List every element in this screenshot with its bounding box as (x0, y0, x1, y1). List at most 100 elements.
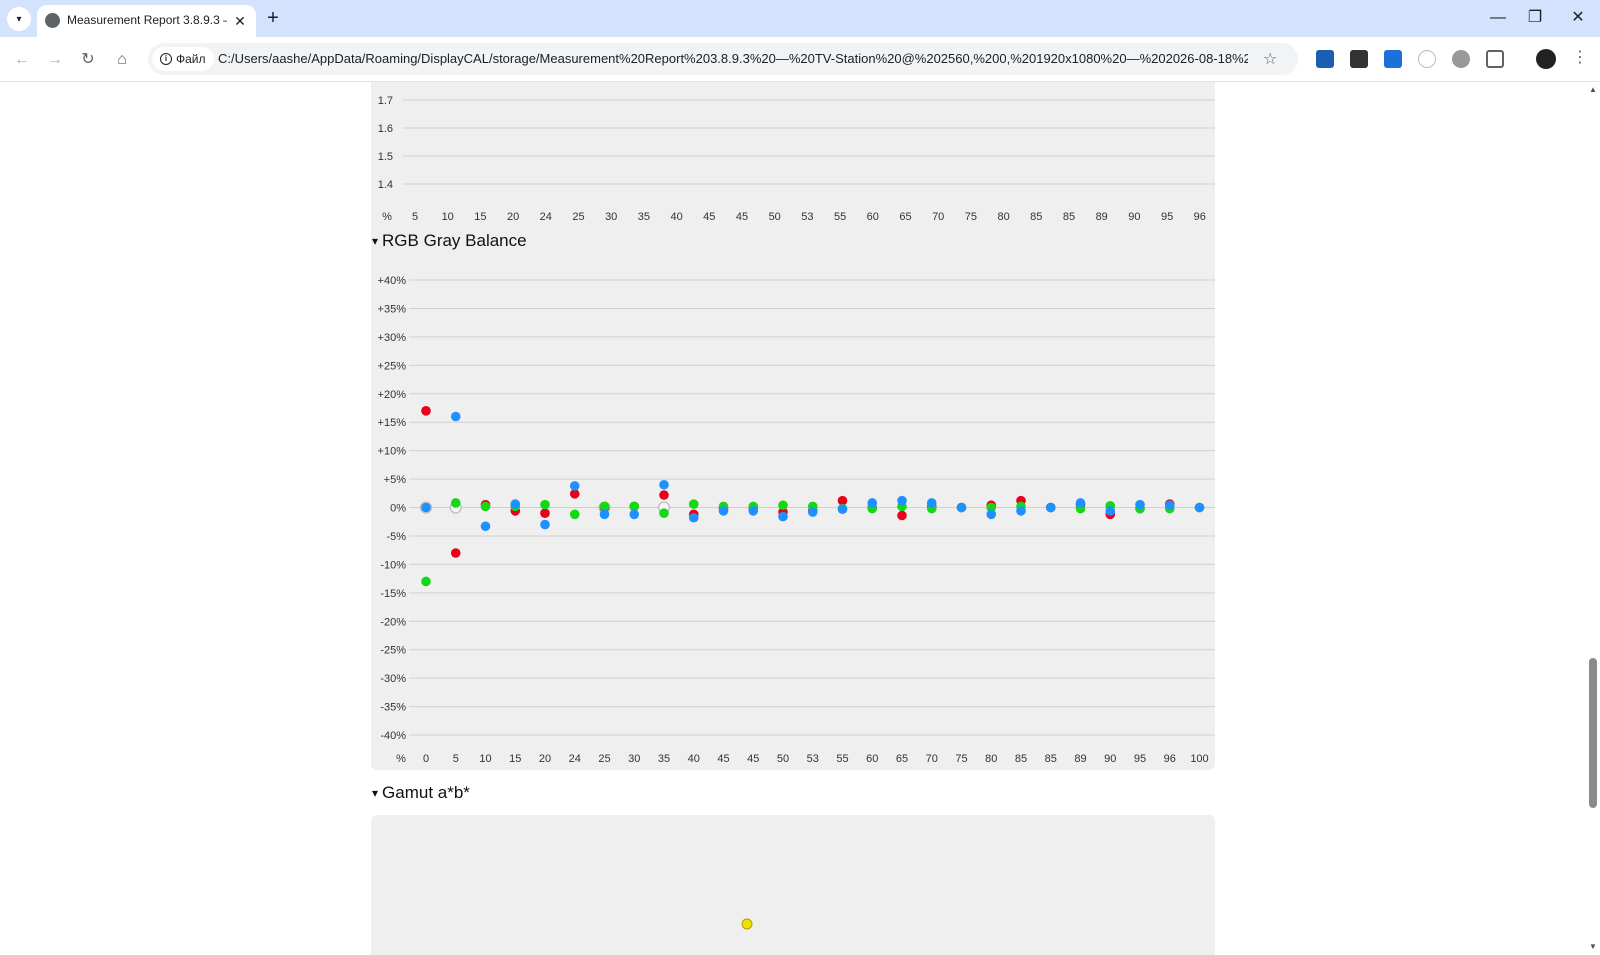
tab-title: Measurement Report 3.8.9.3 — (67, 13, 227, 27)
x-tick-label: 96 (1164, 753, 1176, 765)
blue-point (480, 521, 491, 532)
y-tick-label: -25% (380, 645, 406, 657)
red-point (540, 508, 550, 518)
x-tick-label: 85 (1063, 211, 1075, 223)
y-tick-label: +25% (378, 360, 407, 372)
blue-point (956, 502, 967, 513)
x-tick-label: 80 (985, 753, 997, 765)
scroll-up-icon[interactable]: ▲ (1589, 85, 1597, 94)
x-tick-label: 90 (1104, 753, 1116, 765)
profile-avatar[interactable] (1536, 49, 1556, 69)
x-tick-label: 89 (1096, 211, 1108, 223)
y-tick-label: -5% (386, 531, 406, 543)
site-info-label: Файл (176, 52, 206, 66)
blue-point (1105, 506, 1116, 516)
blue-point (1164, 500, 1175, 511)
close-window-button[interactable]: ✕ (1558, 6, 1598, 30)
y-tick-label: +15% (378, 417, 407, 429)
x-tick-label: 10 (442, 211, 454, 223)
x-tick-label: 65 (899, 211, 911, 223)
blue-point (897, 495, 907, 506)
gray-balance-title: RGB Gray Balance (382, 231, 527, 250)
tab-close-icon[interactable]: ✕ (230, 11, 250, 31)
address-bar[interactable]: i Файл C:/Users/aashe/AppData/Roaming/Di… (148, 43, 1298, 75)
red-point (450, 548, 461, 558)
tab-search-dropdown-icon[interactable]: ▾ (7, 7, 31, 31)
extension-blue-icon[interactable] (1384, 50, 1402, 68)
new-tab-button[interactable]: + (262, 8, 284, 30)
x-tick-label: 45 (747, 753, 759, 765)
report-content: 1.7 1.6 1.5 1.4% 5 10 15 20 24 25 30 35 40 45 45 50 53 55… (0, 82, 1586, 955)
x-tick-label: 40 (688, 753, 700, 765)
tab-measurement-report[interactable]: Measurement Report 3.8.9.3 — ✕ (37, 5, 256, 37)
x-unit-label: % (396, 753, 406, 765)
y-tick-label: -15% (380, 588, 406, 600)
x-tick-label: 45 (703, 211, 715, 223)
blue-point (510, 499, 521, 509)
scrollbar-thumb[interactable] (1589, 658, 1597, 808)
menu-icon[interactable]: ⋮ (1572, 47, 1588, 67)
blue-point (837, 504, 848, 515)
x-tick-label: 96 (1194, 211, 1206, 223)
x-tick-label: 50 (777, 753, 789, 765)
red-point (421, 406, 431, 416)
x-tick-label: 53 (801, 211, 813, 223)
blue-point (688, 512, 699, 523)
blue-point (926, 498, 937, 508)
extension-dark-icon[interactable] (1350, 50, 1368, 68)
x-tick-label: 70 (932, 211, 944, 223)
extension-gray-icon[interactable] (1452, 50, 1470, 68)
y-tick-label: 0% (390, 503, 406, 515)
globe-icon (45, 13, 60, 28)
url-text[interactable]: C:/Users/aashe/AppData/Roaming/DisplayCA… (218, 51, 1248, 66)
x-tick-label: 75 (965, 211, 977, 223)
extensions-puzzle-icon[interactable] (1486, 50, 1504, 68)
x-tick-label: 85 (1045, 753, 1057, 765)
blue-point (421, 502, 431, 513)
x-tick-label: 25 (598, 753, 610, 765)
x-tick-label: 60 (866, 753, 878, 765)
home-icon[interactable]: ⌂ (108, 46, 136, 74)
x-tick-label: 30 (605, 211, 617, 223)
bookmark-star-icon[interactable]: ☆ (1263, 49, 1277, 69)
x-tick-label: 15 (509, 753, 521, 765)
x-tick-label: 25 (572, 211, 584, 223)
x-tick-label: 85 (1015, 753, 1027, 765)
x-tick-label: 65 (896, 753, 908, 765)
x-tick-label: 55 (834, 211, 846, 223)
extension-play-icon[interactable] (1418, 50, 1436, 68)
back-icon[interactable]: ← (8, 46, 36, 74)
gray-balance-header[interactable]: ▾ RGB Gray Balance (372, 231, 527, 251)
y-tick-label: 1.7 (378, 95, 393, 107)
blue-point (540, 519, 550, 530)
x-tick-label: 100 (1190, 753, 1208, 765)
restore-button[interactable]: ❐ (1515, 6, 1555, 30)
x-tick-label: 35 (638, 211, 650, 223)
page-scrollbar[interactable]: ▲ ▼ (1586, 82, 1600, 955)
blue-point (748, 506, 759, 516)
minimize-button[interactable]: — (1478, 6, 1518, 30)
blue-point (659, 479, 669, 490)
x-tick-label: 85 (1030, 211, 1042, 223)
x-tick-label: 40 (670, 211, 682, 223)
x-tick-label: 50 (769, 211, 781, 223)
x-tick-label: 45 (717, 753, 729, 765)
scroll-down-icon[interactable]: ▼ (1589, 942, 1597, 951)
red-point (659, 490, 669, 500)
blue-point (450, 411, 461, 422)
x-tick-label: 30 (628, 753, 640, 765)
blue-point (778, 511, 788, 522)
green-point (778, 500, 788, 511)
site-info-chip[interactable]: i Файл (152, 47, 214, 71)
y-tick-label: +5% (384, 474, 407, 486)
forward-icon[interactable]: → (41, 46, 69, 74)
browser-toolbar: ← → ↻ ⌂ i Файл C:/Users/aashe/AppData/Ro… (0, 37, 1600, 82)
green-point (688, 499, 699, 509)
blue-point (1016, 506, 1026, 516)
extension-displaycal-icon[interactable] (1316, 50, 1334, 68)
reload-icon[interactable]: ↻ (74, 46, 102, 74)
y-tick-label: -20% (380, 616, 406, 628)
green-point (659, 508, 669, 518)
x-tick-label: 55 (836, 753, 848, 765)
gamut-header[interactable]: ▾ Gamut a*b* (372, 783, 470, 803)
